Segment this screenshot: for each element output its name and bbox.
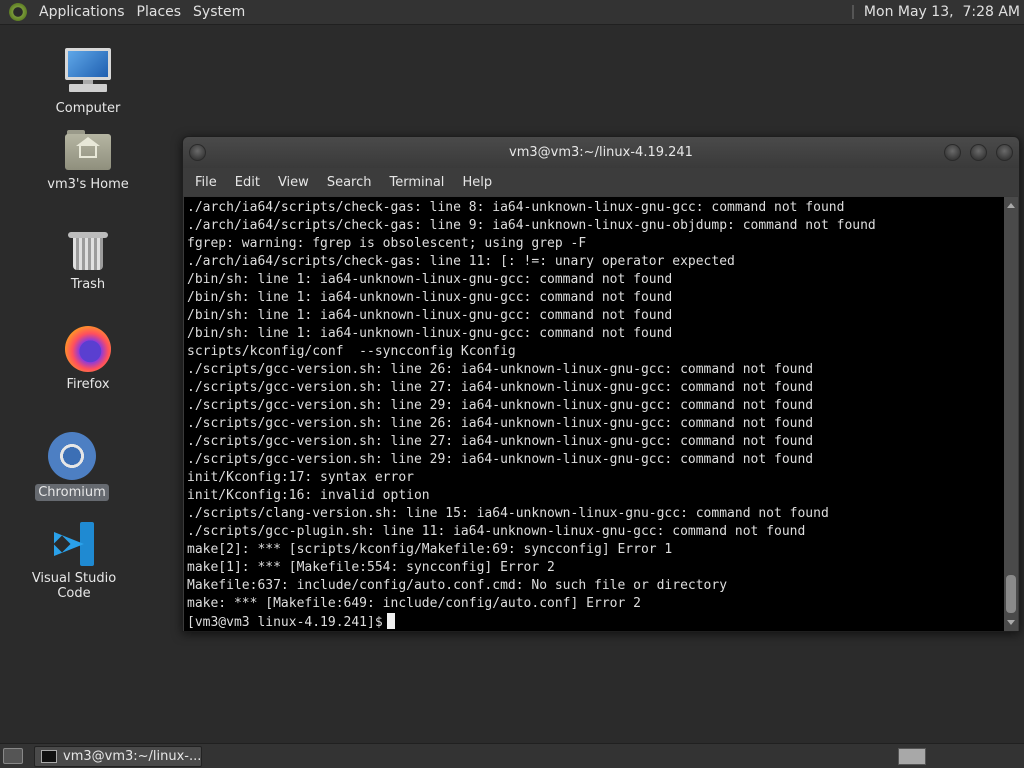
- terminal-line: make[1]: *** [Makefile:554: syncconfig] …: [187, 560, 555, 575]
- terminal-line: fgrep: warning: fgrep is obsolescent; us…: [187, 236, 587, 251]
- menu-file[interactable]: File: [187, 175, 225, 190]
- terminal-line: Makefile:637: include/config/auto.conf.c…: [187, 578, 728, 593]
- chromium-icon: [48, 432, 96, 480]
- desktop-icon-firefox[interactable]: Firefox: [28, 326, 148, 393]
- menu-help[interactable]: Help: [454, 175, 500, 190]
- terminal-line: init/Kconfig:16: invalid option: [187, 488, 430, 503]
- terminal-line: make: *** [Makefile:649: include/config/…: [187, 596, 641, 611]
- terminal-line: /bin/sh: line 1: ia64-unknown-linux-gnu-…: [187, 290, 673, 305]
- terminal-line: ./arch/ia64/scripts/check-gas: line 8: i…: [187, 200, 845, 215]
- terminal-menubar: File Edit View Search Terminal Help: [183, 168, 1019, 196]
- terminal-line: ./scripts/gcc-plugin.sh: line 11: ia64-u…: [187, 524, 806, 539]
- window-menu-button[interactable]: [189, 144, 206, 161]
- text-cursor: [386, 613, 395, 629]
- terminal-scrollbar[interactable]: [1004, 197, 1018, 631]
- system-menu[interactable]: System: [187, 4, 251, 20]
- desktop-icon-vscode[interactable]: Visual Studio Code: [14, 522, 134, 602]
- desktop-icon-chromium[interactable]: Chromium: [12, 432, 132, 501]
- workspace-switcher[interactable]: [898, 748, 926, 765]
- vscode-icon: [52, 522, 96, 566]
- clock[interactable]: Mon May 13, 7:28 AM: [864, 4, 1020, 20]
- desktop-icon-trash[interactable]: Trash: [28, 228, 148, 293]
- terminal-line: ./arch/ia64/scripts/check-gas: line 11: …: [187, 254, 735, 269]
- terminal-line: /bin/sh: line 1: ia64-unknown-linux-gnu-…: [187, 326, 673, 341]
- applications-menu[interactable]: Applications: [33, 4, 131, 20]
- menu-search[interactable]: Search: [319, 175, 380, 190]
- terminal-line: /bin/sh: line 1: ia64-unknown-linux-gnu-…: [187, 308, 673, 323]
- terminal-line: ./scripts/gcc-version.sh: line 29: ia64-…: [187, 398, 814, 413]
- window-title: vm3@vm3:~/linux-4.19.241: [509, 145, 693, 160]
- scroll-down-arrow-icon[interactable]: [1007, 620, 1015, 625]
- close-button[interactable]: [996, 144, 1013, 161]
- desktop-icon-home[interactable]: vm3's Home: [28, 130, 148, 193]
- desktop-icon-label: Chromium: [35, 484, 109, 501]
- places-menu[interactable]: Places: [131, 4, 188, 20]
- desktop-icon-label: Computer: [55, 101, 121, 116]
- trash-icon: [68, 228, 108, 272]
- top-panel: Applications Places System Mon May 13, 7…: [0, 0, 1024, 25]
- terminal-prompt: [vm3@vm3 linux-4.19.241]$: [187, 615, 383, 630]
- menu-view[interactable]: View: [270, 175, 317, 190]
- taskbar-button-label: vm3@vm3:~/linux-...: [63, 749, 202, 764]
- scroll-up-arrow-icon[interactable]: [1007, 203, 1015, 208]
- window-titlebar[interactable]: vm3@vm3:~/linux-4.19.241: [183, 137, 1019, 168]
- home-folder-icon: [65, 130, 111, 172]
- desktop-icon-label: vm3's Home: [47, 177, 129, 192]
- terminal-window[interactable]: vm3@vm3:~/linux-4.19.241 File Edit View …: [182, 136, 1020, 632]
- panel-separator: [851, 5, 854, 19]
- show-desktop-button[interactable]: [3, 748, 23, 764]
- menu-edit[interactable]: Edit: [227, 175, 268, 190]
- terminal-line: ./scripts/gcc-version.sh: line 26: ia64-…: [187, 362, 814, 377]
- terminal-line: ./scripts/gcc-version.sh: line 29: ia64-…: [187, 452, 814, 467]
- terminal-output[interactable]: ./arch/ia64/scripts/check-gas: line 8: i…: [184, 197, 1005, 631]
- terminal-line: ./scripts/gcc-version.sh: line 27: ia64-…: [187, 434, 814, 449]
- terminal-line: /bin/sh: line 1: ia64-unknown-linux-gnu-…: [187, 272, 673, 287]
- menu-terminal[interactable]: Terminal: [381, 175, 452, 190]
- terminal-line: ./scripts/clang-version.sh: line 15: ia6…: [187, 506, 829, 521]
- computer-icon: [63, 46, 113, 96]
- minimize-button[interactable]: [944, 144, 961, 161]
- taskbar-terminal-button[interactable]: vm3@vm3:~/linux-...: [34, 746, 202, 767]
- terminal-line: init/Kconfig:17: syntax error: [187, 470, 414, 485]
- distro-logo-icon[interactable]: [9, 3, 27, 21]
- terminal-line: ./arch/ia64/scripts/check-gas: line 9: i…: [187, 218, 876, 233]
- desktop-icon-label: Visual Studio Code: [31, 571, 117, 601]
- desktop-icon-label: Trash: [70, 277, 106, 292]
- bottom-panel: vm3@vm3:~/linux-...: [0, 743, 1024, 768]
- terminal-line: ./scripts/gcc-version.sh: line 27: ia64-…: [187, 380, 814, 395]
- firefox-icon: [65, 326, 111, 372]
- terminal-line: make[2]: *** [scripts/kconfig/Makefile:6…: [187, 542, 673, 557]
- terminal-icon: [41, 750, 57, 763]
- desktop-icon-label: Firefox: [66, 377, 110, 392]
- terminal-prompt-line[interactable]: [vm3@vm3 linux-4.19.241]$: [187, 613, 1005, 631]
- terminal-line: ./scripts/gcc-version.sh: line 26: ia64-…: [187, 416, 814, 431]
- maximize-button[interactable]: [970, 144, 987, 161]
- terminal-line: scripts/kconfig/conf --syncconfig Kconfi…: [187, 344, 516, 359]
- desktop-icon-computer[interactable]: Computer: [28, 46, 148, 117]
- scrollbar-thumb[interactable]: [1006, 575, 1016, 613]
